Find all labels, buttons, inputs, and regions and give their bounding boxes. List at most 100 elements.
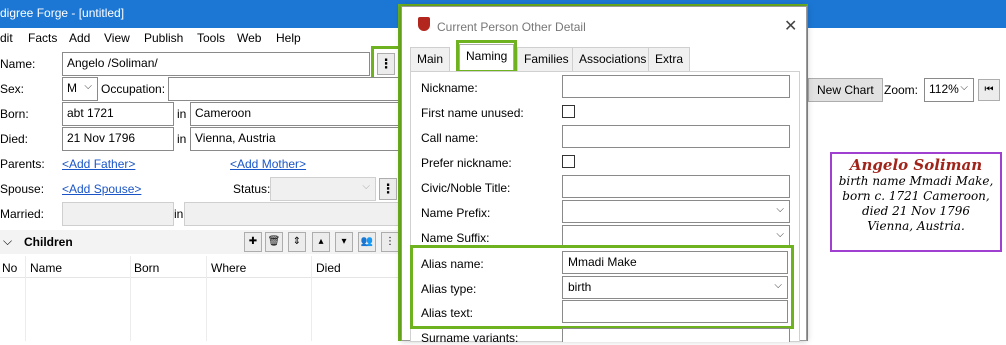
menu-add[interactable]: Add (69, 31, 90, 45)
chevron-down-icon: ⌵ (362, 181, 370, 192)
alias-name-label: Alias name: (421, 257, 484, 271)
col-died[interactable]: Died (316, 261, 341, 275)
status-more-button[interactable]: ⋮ (379, 178, 397, 200)
status-label: Status: (233, 182, 271, 196)
tab-extra[interactable]: Extra (648, 47, 691, 71)
sort-icon[interactable]: ⇕ (288, 232, 306, 252)
chart-person-detail: Vienna, Austria. (867, 219, 965, 233)
born-label: Born: (0, 107, 29, 121)
tab-main[interactable]: Main (410, 47, 451, 71)
spouse-label: Spouse: (0, 182, 45, 196)
surname-variants-input[interactable] (562, 328, 790, 342)
alias-name-input[interactable]: Mmadi Make (562, 251, 788, 274)
add-child-icon[interactable]: ✚ (244, 232, 262, 252)
married-in-label: in (174, 207, 184, 221)
chevron-down-icon[interactable]: ⌵ (3, 234, 12, 249)
sex-value: M (67, 81, 77, 95)
dialog-title: Current Person Other Detail (437, 20, 586, 34)
alias-type-select[interactable]: birth ⌵ (562, 276, 788, 299)
menu-view[interactable]: View (104, 31, 130, 45)
prefer-nickname-label: Prefer nickname: (421, 156, 512, 170)
born-date-field[interactable]: abt 1721 (62, 102, 174, 126)
sex-select[interactable]: M ⌵ (62, 77, 98, 101)
new-chart-button[interactable]: New Chart (808, 78, 883, 102)
col-no[interactable]: No (2, 261, 17, 275)
civic-title-label: Civic/Noble Title: (421, 181, 511, 195)
parents-label: Parents: (0, 157, 45, 171)
zoom-select[interactable]: 112% ⌵ (924, 78, 974, 102)
chart-person-detail: birth name Mmadi Make, (838, 174, 994, 188)
col-born[interactable]: Born (134, 261, 159, 275)
died-place-field[interactable]: Vienna, Austria (190, 127, 400, 151)
col-name[interactable]: Name (30, 261, 62, 275)
delete-child-icon[interactable]: 🗑 (265, 232, 283, 252)
sex-label: Sex: (0, 82, 25, 96)
born-in-label: in (177, 107, 187, 121)
died-date-field[interactable]: 21 Nov 1796 (62, 127, 174, 151)
zoom-label: Zoom: (884, 83, 919, 97)
family-icon[interactable]: 👥 (358, 232, 376, 252)
menu-edit[interactable]: dit (0, 31, 13, 45)
move-down-icon[interactable]: ▾ (335, 232, 353, 252)
children-header: Children (24, 235, 73, 249)
tab-associations[interactable]: Associations (572, 47, 654, 71)
zoom-value: 112% (929, 82, 959, 96)
married-date-field[interactable] (62, 202, 174, 226)
menu-web[interactable]: Web (237, 31, 261, 45)
status-select[interactable]: ⌵ (270, 177, 376, 201)
chart-person-detail: died 21 Nov 1796 (861, 204, 971, 218)
chevron-down-icon: ⌵ (776, 229, 784, 240)
chevron-down-icon: ⌵ (960, 82, 968, 93)
menu-publish[interactable]: Publish (144, 31, 183, 45)
call-name-label: Call name: (421, 131, 479, 145)
highlight-naming-tab (456, 40, 517, 73)
add-father-link[interactable]: <Add Father> (62, 157, 135, 171)
more-icon[interactable]: ⋮ (381, 232, 399, 252)
surname-variants-label: Surname variants: (421, 331, 519, 345)
alias-text-label: Alias text: (421, 306, 474, 320)
tab-families[interactable]: Families (517, 47, 576, 71)
name-prefix-label: Name Prefix: (421, 206, 491, 220)
first-page-icon[interactable]: ⏮ (978, 79, 1000, 101)
chart-person-detail: born c. 1721 Cameroon, (842, 189, 990, 203)
more-details-button[interactable]: ⋮ (377, 53, 395, 75)
other-detail-dialog: Current Person Other Detail ✕ Main Namin… (401, 6, 807, 345)
name-label: Name: (0, 57, 36, 71)
menu-help[interactable]: Help (276, 31, 301, 45)
nickname-input[interactable] (562, 75, 790, 98)
died-in-label: in (177, 132, 187, 146)
name-suffix-label: Name Suffix: (421, 231, 490, 245)
chevron-down-icon: ⌵ (776, 204, 784, 215)
window-title: digree Forge - [untitled] (0, 6, 125, 20)
born-place-field[interactable]: Cameroon (190, 102, 400, 126)
first-name-unused-checkbox[interactable] (562, 105, 575, 118)
alias-text-input[interactable] (562, 300, 788, 323)
call-name-input[interactable] (562, 125, 790, 148)
married-label: Married: (0, 207, 45, 221)
married-place-field[interactable] (184, 202, 400, 226)
menu-tools[interactable]: Tools (197, 31, 225, 45)
occupation-field[interactable] (168, 77, 400, 101)
died-label: Died: (0, 132, 29, 146)
first-name-unused-label: First name unused: (421, 106, 524, 120)
app-shield-icon (418, 17, 430, 31)
nickname-label: Nickname: (421, 81, 478, 95)
name-prefix-select[interactable]: ⌵ (562, 200, 790, 223)
civic-title-input[interactable] (562, 175, 790, 198)
chart-person-box[interactable]: Angelo Soliman birth name Mmadi Make, bo… (830, 152, 1002, 252)
column-divider (130, 256, 131, 341)
add-spouse-link[interactable]: <Add Spouse> (62, 182, 141, 196)
menu-facts[interactable]: Facts (28, 31, 57, 45)
prefer-nickname-checkbox[interactable] (562, 155, 575, 168)
alias-type-label: Alias type: (421, 282, 477, 296)
chevron-down-icon: ⌵ (774, 280, 782, 291)
move-up-icon[interactable]: ▴ (312, 232, 330, 252)
alias-type-value: birth (568, 280, 592, 294)
chevron-down-icon: ⌵ (84, 81, 92, 92)
name-field[interactable]: Angelo /Soliman/ (62, 52, 370, 76)
column-divider (25, 256, 26, 341)
chart-person-name: Angelo Soliman (849, 156, 983, 174)
col-where[interactable]: Where (211, 261, 246, 275)
close-icon[interactable]: ✕ (784, 16, 797, 36)
add-mother-link[interactable]: <Add Mother> (230, 157, 306, 171)
